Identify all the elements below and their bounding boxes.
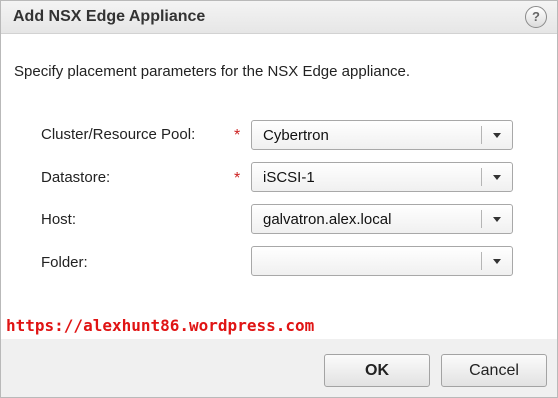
cluster-resource-pool-value: Cybertron xyxy=(263,127,329,144)
datastore-value: iSCSI-1 xyxy=(263,169,315,186)
cluster-resource-pool-select[interactable]: Cybertron xyxy=(251,120,513,150)
host-value: galvatron.alex.local xyxy=(263,211,392,228)
ok-button[interactable]: OK xyxy=(324,354,430,387)
folder-select[interactable] xyxy=(251,246,513,276)
host-label: Host: xyxy=(41,211,77,228)
help-icon[interactable]: ? xyxy=(525,6,547,28)
required-marker: * xyxy=(234,170,241,187)
add-nsx-edge-dialog: Add NSX Edge Appliance ? Specify placeme… xyxy=(0,0,558,398)
host-select[interactable]: galvatron.alex.local xyxy=(251,204,513,234)
chevron-down-icon[interactable] xyxy=(493,217,501,222)
cancel-button[interactable]: Cancel xyxy=(441,354,547,387)
cluster-resource-pool-label: Cluster/Resource Pool: xyxy=(41,126,196,143)
dialog-footer: OK Cancel xyxy=(1,339,557,397)
dialog-title: Add NSX Edge Appliance xyxy=(13,8,206,25)
select-divider xyxy=(481,252,482,270)
datastore-label: Datastore: xyxy=(41,169,111,186)
chevron-down-icon[interactable] xyxy=(493,133,501,138)
datastore-select[interactable]: iSCSI-1 xyxy=(251,162,513,192)
chevron-down-icon[interactable] xyxy=(493,175,501,180)
select-divider xyxy=(481,168,482,186)
select-divider xyxy=(481,126,482,144)
watermark-url: https://alexhunt86.wordpress.com xyxy=(6,316,315,335)
dialog-titlebar[interactable]: Add NSX Edge Appliance ? xyxy=(1,1,557,34)
folder-label: Folder: xyxy=(41,254,88,271)
select-divider xyxy=(481,210,482,228)
chevron-down-icon[interactable] xyxy=(493,259,501,264)
required-marker: * xyxy=(234,127,241,144)
instruction-text: Specify placement parameters for the NSX… xyxy=(14,63,411,80)
